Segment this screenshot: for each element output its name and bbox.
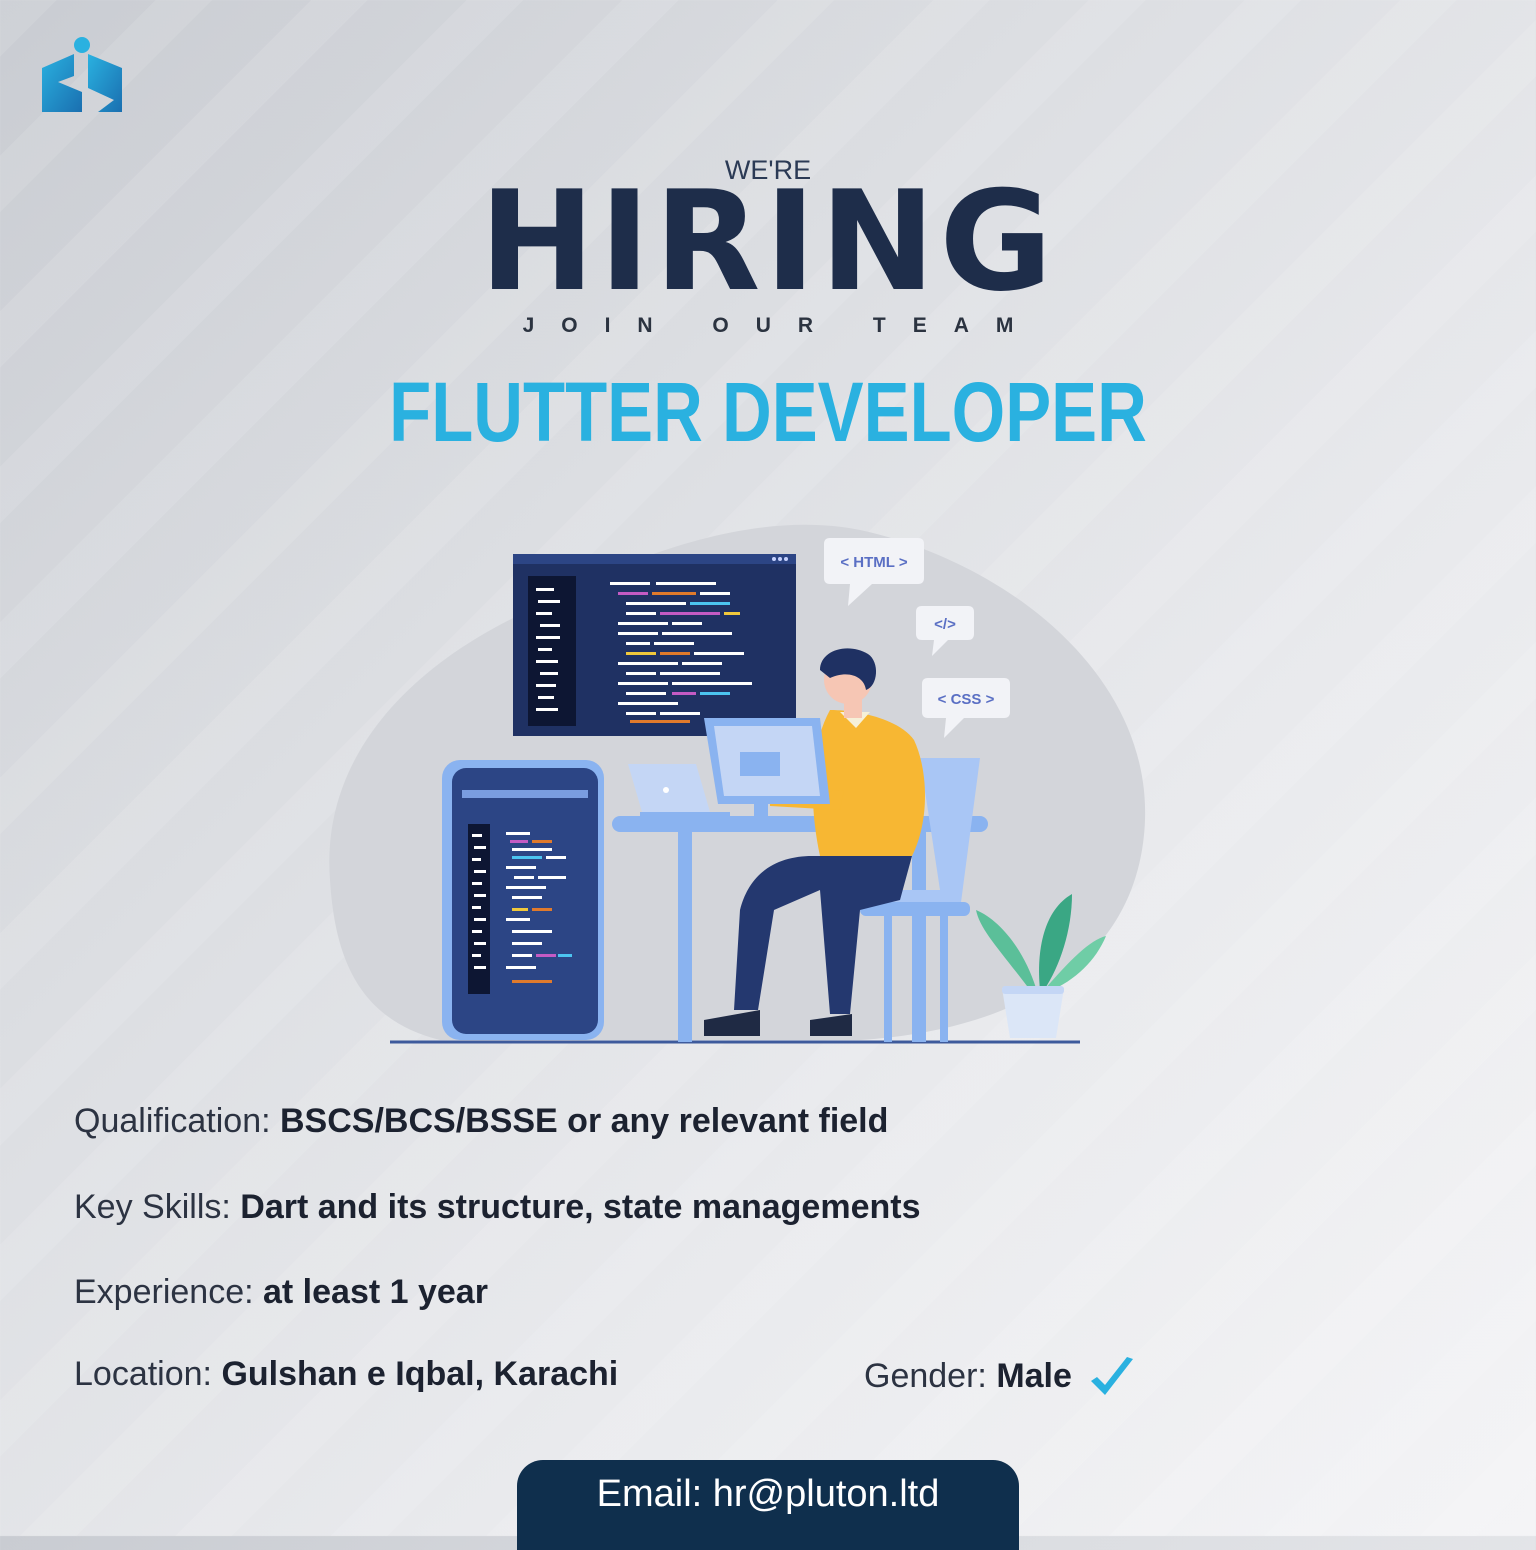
code-tag-text: </>	[934, 616, 956, 633]
skills-row: Key Skills: Dart and its structure, stat…	[74, 1188, 920, 1227]
gender-label: Gender:	[864, 1356, 987, 1395]
qualification-value: BSCS/BCS/BSSE or any relevant field	[280, 1102, 889, 1140]
email-contact[interactable]: Email: hr@pluton.ltd	[517, 1460, 1019, 1550]
experience-row: Experience: at least 1 year	[74, 1273, 488, 1312]
logo-icon	[42, 37, 122, 112]
code-window	[513, 554, 796, 736]
hiring-headline: HIRING	[479, 161, 1057, 322]
skills-label: Key Skills:	[74, 1188, 231, 1226]
skills-value: Dart and its structure, state management…	[240, 1188, 921, 1226]
phone-device	[442, 760, 604, 1040]
qualification-label: Qualification:	[74, 1102, 271, 1140]
gender-row: Gender: Male	[864, 1355, 1137, 1401]
developer-illustration: < HTML > </> < CSS >	[329, 524, 1146, 1044]
location-label: Location:	[74, 1355, 212, 1393]
css-tag-text: < CSS >	[938, 691, 995, 708]
location-value: Gulshan e Iqbal, Karachi	[221, 1355, 619, 1393]
html-tag-text: < HTML >	[840, 554, 907, 571]
join-our-team-text: JOIN OUR TEAM	[522, 314, 1041, 337]
location-row: Location: Gulshan e Iqbal, Karachi	[74, 1355, 618, 1394]
job-title: FLUTTER DEVELOPER	[389, 365, 1147, 459]
desk-monitor	[704, 718, 830, 818]
check-icon	[1091, 1357, 1134, 1395]
qualification-row: Qualification: BSCS/BCS/BSSE or any rele…	[74, 1102, 888, 1141]
experience-label: Experience:	[74, 1273, 254, 1311]
gender-value: Male	[996, 1356, 1072, 1395]
experience-value: at least 1 year	[263, 1273, 488, 1311]
